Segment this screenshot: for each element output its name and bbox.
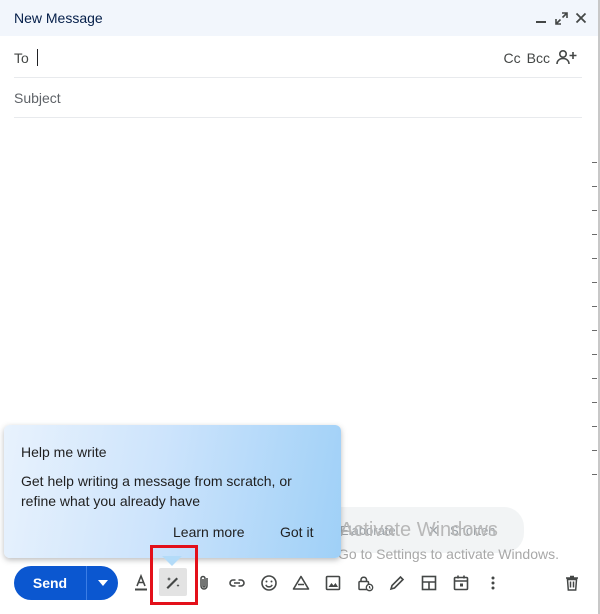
edge-mark	[592, 234, 597, 235]
photo-icon[interactable]	[321, 571, 345, 595]
expand-icon[interactable]	[554, 11, 568, 25]
popup-title: Help me write	[21, 444, 107, 460]
popup-description: Get help writing a message from scratch,…	[21, 473, 292, 509]
edge-mark	[592, 162, 597, 163]
link-icon[interactable]	[225, 571, 249, 595]
schedule-icon[interactable]	[449, 571, 473, 595]
send-button-group: Send	[14, 566, 118, 600]
edge-mark	[592, 426, 597, 427]
more-options-icon[interactable]	[481, 571, 505, 595]
edge-mark	[592, 354, 597, 355]
edge-mark	[592, 258, 597, 259]
send-options-button[interactable]	[86, 566, 118, 600]
activate-windows-subtitle: Go to Settings to activate Windows.	[338, 546, 559, 562]
add-recipients-icon[interactable]	[556, 49, 578, 68]
edge-mark	[592, 210, 597, 211]
edge-mark	[592, 474, 597, 475]
compose-window: New Message To Cc Bcc Subject Elaborate …	[0, 0, 600, 614]
discard-icon[interactable]	[560, 571, 584, 595]
edge-mark	[592, 378, 597, 379]
layouts-icon[interactable]	[417, 571, 441, 595]
highlight-box	[150, 545, 198, 605]
got-it-button[interactable]: Got it	[280, 524, 313, 540]
edge-mark	[592, 330, 597, 331]
confidential-icon[interactable]	[353, 571, 377, 595]
send-button[interactable]: Send	[14, 566, 86, 600]
window-title: New Message	[14, 10, 103, 26]
close-icon[interactable]	[574, 11, 588, 25]
cc-link[interactable]: Cc	[504, 50, 521, 66]
learn-more-button[interactable]: Learn more	[173, 524, 245, 540]
drive-icon[interactable]	[289, 571, 313, 595]
edge-mark	[592, 450, 597, 451]
minimize-icon[interactable]	[534, 11, 548, 25]
edge-mark	[592, 402, 597, 403]
signature-icon[interactable]	[385, 571, 409, 595]
to-field[interactable]: To Cc Bcc	[14, 38, 582, 78]
caret-down-icon	[97, 580, 108, 586]
emoji-icon[interactable]	[257, 571, 281, 595]
activate-windows-title: Activate Windows	[340, 519, 498, 541]
titlebar-controls	[534, 0, 588, 36]
compose-titlebar[interactable]: New Message	[0, 0, 598, 36]
cc-bcc-group: Cc Bcc	[504, 38, 578, 78]
help-me-write-popup: Help me write Get help writing a message…	[4, 425, 341, 558]
text-cursor	[36, 49, 38, 66]
edge-mark	[592, 282, 597, 283]
edge-mark	[592, 306, 597, 307]
bcc-link[interactable]: Bcc	[527, 50, 550, 66]
edge-mark	[592, 186, 597, 187]
subject-placeholder: Subject	[14, 89, 61, 106]
subject-field[interactable]: Subject	[14, 78, 582, 118]
to-label: To	[14, 49, 29, 66]
